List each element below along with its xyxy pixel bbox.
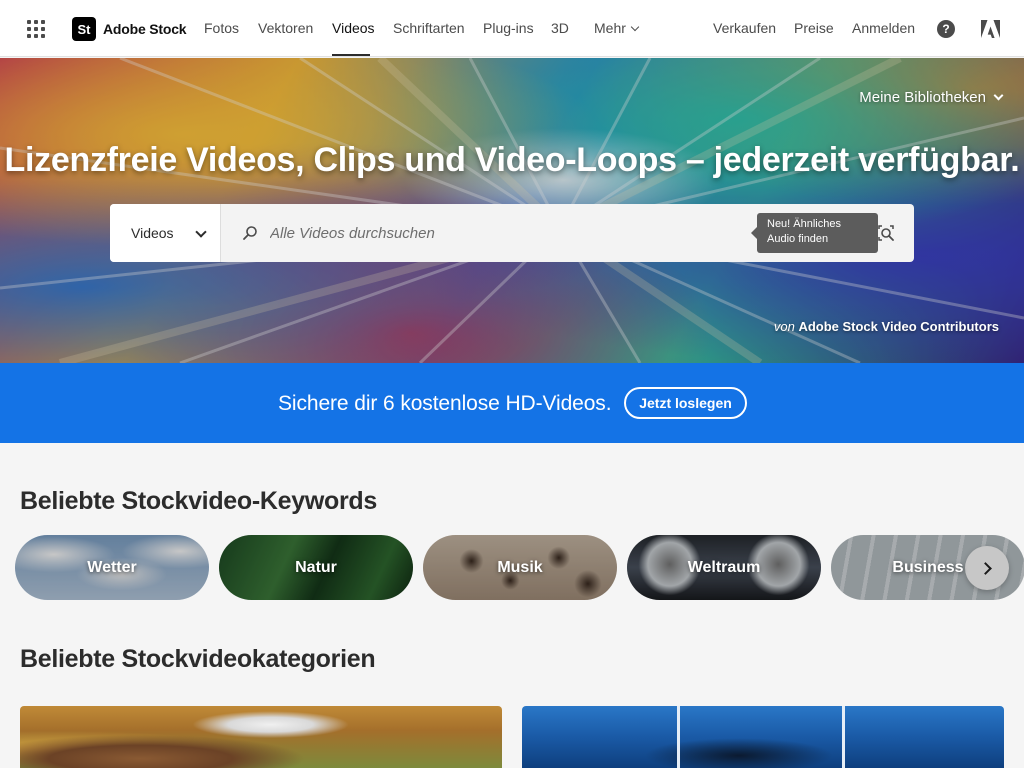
apps-grid-icon[interactable]: [27, 20, 45, 38]
adobe-logo-icon[interactable]: [981, 20, 1000, 38]
keyword-pill-wetter[interactable]: Wetter: [15, 535, 209, 600]
keyword-label: Musik: [497, 558, 543, 576]
category-card[interactable]: [522, 706, 1004, 768]
keyword-label: Business: [892, 558, 964, 576]
my-libraries-dropdown[interactable]: Meine Bibliotheken: [859, 89, 1004, 106]
keyword-label: Weltraum: [687, 558, 761, 576]
nav-preise[interactable]: Preise: [794, 20, 834, 36]
hero-credit: von Adobe Stock Video Contributors: [774, 319, 999, 334]
nav-vektoren[interactable]: Vektoren: [258, 20, 313, 36]
nav-plugins[interactable]: Plug-ins: [483, 20, 534, 36]
top-navigation: St Adobe Stock Fotos Vektoren Videos Sch…: [0, 0, 1024, 57]
search-type-dropdown[interactable]: Videos: [110, 204, 221, 262]
credit-prefix: von: [773, 319, 795, 334]
keyword-pill-weltraum[interactable]: Weltraum: [627, 535, 821, 600]
keywords-heading: Beliebte Stockvideo-Keywords: [20, 487, 377, 515]
brand-name: Adobe Stock: [103, 21, 187, 37]
nav-schriftarten[interactable]: Schriftarten: [393, 20, 465, 36]
categories-heading: Beliebte Stockvideokategorien: [20, 645, 376, 673]
nav-anmelden[interactable]: Anmelden: [852, 20, 915, 36]
keywords-carousel: Wetter Natur Musik Weltraum Business: [15, 535, 1024, 601]
chevron-down-icon: [630, 22, 640, 32]
tooltip-line-1: Neu! Ähnliches: [767, 218, 841, 230]
brand[interactable]: St Adobe Stock: [72, 17, 187, 41]
help-icon[interactable]: ?: [937, 20, 955, 38]
nav-mehr[interactable]: Mehr: [594, 20, 640, 36]
hero-banner: Meine Bibliotheken Lizenzfreie Videos, C…: [0, 58, 1024, 363]
chevron-down-icon: [993, 90, 1004, 101]
search-input[interactable]: [270, 222, 710, 244]
my-libraries-label: Meine Bibliotheken: [859, 89, 986, 106]
search-type-label: Videos: [131, 225, 174, 241]
get-started-button[interactable]: Jetzt loslegen: [624, 387, 747, 419]
nav-fotos[interactable]: Fotos: [204, 20, 239, 36]
credit-name[interactable]: Adobe Stock Video Contributors: [798, 319, 999, 334]
visual-search-icon[interactable]: [877, 224, 895, 242]
active-tab-indicator: [332, 54, 370, 56]
chevron-down-icon: [195, 226, 207, 238]
promo-banner: Sichere dir 6 kostenlose HD-Videos. Jetz…: [0, 363, 1024, 443]
keyword-label: Wetter: [87, 558, 137, 576]
keyword-pill-musik[interactable]: Musik: [423, 535, 617, 600]
nav-mehr-label: Mehr: [594, 20, 626, 36]
hero-title: Lizenzfreie Videos, Clips und Video-Loop…: [4, 141, 1020, 179]
search-bar: Videos Neu! Ähnliches Audio finden: [110, 204, 914, 262]
tooltip-line-2: Audio finden: [767, 233, 829, 245]
adobe-stock-logo: St: [72, 17, 96, 41]
nav-3d[interactable]: 3D: [551, 20, 569, 36]
nav-videos[interactable]: Videos: [332, 20, 375, 36]
search-icon: [243, 226, 257, 240]
promo-text: Sichere dir 6 kostenlose HD-Videos.: [278, 392, 612, 415]
category-card[interactable]: [20, 706, 502, 768]
visual-search-tooltip: Neu! Ähnliches Audio finden: [751, 213, 878, 253]
keyword-pill-natur[interactable]: Natur: [219, 535, 413, 600]
keyword-pill-business[interactable]: Business: [831, 535, 1024, 600]
keyword-label: Natur: [295, 558, 337, 576]
nav-verkaufen[interactable]: Verkaufen: [713, 20, 776, 36]
